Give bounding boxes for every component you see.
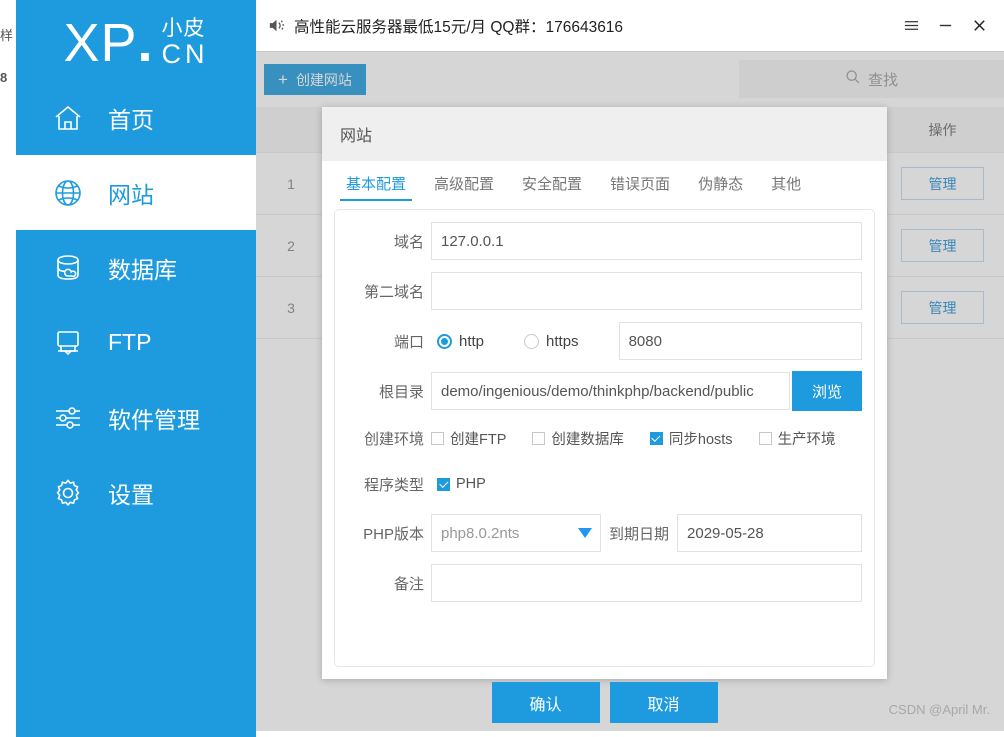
titlebar-announcement: 高性能云服务器最低15元/月 QQ群：176643616 — [294, 15, 623, 37]
sidebar-item-website[interactable]: 网站 — [16, 155, 256, 230]
field-row-php-version: PHP版本 php8.0.2nts 到期日期 — [335, 512, 874, 554]
field-row-port: 端口 http https — [335, 320, 874, 362]
second-domain-label: 第二域名 — [345, 281, 431, 302]
root-dir-input[interactable] — [431, 372, 790, 410]
hamburger-icon[interactable] — [894, 9, 928, 43]
watermark: CSDN @April Mr. — [889, 702, 990, 717]
tab-basic-config[interactable]: 基本配置 — [336, 161, 416, 205]
field-row-domain: 域名 — [335, 220, 874, 262]
program-type-label: 程序类型 — [345, 474, 431, 495]
radio-https-label: https — [546, 333, 579, 350]
tab-security-config[interactable]: 安全配置 — [512, 161, 592, 205]
sidebar-item-software[interactable]: 软件管理 — [16, 380, 256, 455]
sidebar-item-database[interactable]: 数据库 — [16, 230, 256, 305]
checkbox-create-ftp-label: 创建FTP — [450, 428, 506, 449]
tab-rewrite[interactable]: 伪静态 — [688, 161, 753, 205]
php-version-label: PHP版本 — [345, 523, 431, 544]
create-env-label: 创建环境 — [345, 428, 431, 449]
radio-https[interactable]: https — [524, 333, 579, 350]
field-row-second-domain: 第二域名 — [335, 270, 874, 312]
dialog-actions: 确认 取消 — [322, 682, 887, 723]
root-dir-label: 根目录 — [345, 381, 431, 402]
second-domain-input[interactable] — [431, 272, 862, 310]
sidebar-item-label: 网站 — [108, 176, 154, 210]
gear-icon — [50, 475, 86, 511]
cancel-button[interactable]: 取消 — [610, 682, 718, 723]
checkbox-sync-hosts[interactable]: 同步hosts — [650, 428, 733, 449]
checkbox-sync-hosts-box — [650, 432, 663, 445]
tab-advanced-config[interactable]: 高级配置 — [424, 161, 504, 205]
confirm-button[interactable]: 确认 — [492, 682, 600, 723]
chevron-down-icon — [578, 528, 592, 538]
database-icon — [50, 250, 86, 286]
checkbox-production-env-box — [759, 432, 772, 445]
dialog-tabs: 基本配置 高级配置 安全配置 错误页面 伪静态 其他 — [322, 161, 887, 205]
checkbox-php-label: PHP — [456, 476, 486, 492]
field-row-create-env: 创建环境 创建FTP 创建数据库 同步hosts 生产环境 — [335, 420, 874, 456]
browse-button[interactable]: 浏览 — [792, 371, 862, 411]
home-icon — [50, 100, 86, 136]
checkbox-php-box — [437, 478, 450, 491]
minimize-icon[interactable] — [928, 9, 962, 43]
sidebar-item-label: 数据库 — [108, 251, 177, 285]
ftp-icon — [50, 325, 86, 361]
port-input[interactable] — [619, 322, 862, 360]
checkbox-production-env[interactable]: 生产环境 — [759, 428, 836, 449]
dialog-title: 网站 — [340, 122, 372, 146]
field-row-root-dir: 根目录 浏览 — [335, 370, 874, 412]
remark-label: 备注 — [345, 573, 431, 594]
sidebar-item-home[interactable]: 首页 — [16, 80, 256, 155]
checkbox-production-env-label: 生产环境 — [778, 428, 836, 449]
sidebar-item-label: 软件管理 — [108, 401, 200, 435]
expire-date-input[interactable] — [677, 514, 862, 552]
php-version-select[interactable]: php8.0.2nts — [431, 514, 601, 552]
app-logo: XP. 小皮 CN — [16, 0, 256, 80]
radio-http-indicator — [437, 334, 452, 349]
checkbox-create-database-label: 创建数据库 — [551, 428, 624, 449]
edge-clipped-text-2: 8 — [0, 70, 14, 85]
checkbox-sync-hosts-label: 同步hosts — [669, 428, 733, 449]
window-controls — [894, 0, 996, 51]
speaker-icon — [267, 16, 286, 35]
basic-config-form: 域名 第二域名 端口 http https — [334, 209, 875, 667]
dialog-title-bar: 网站 — [322, 107, 887, 161]
domain-input[interactable] — [431, 222, 862, 260]
tab-error-pages[interactable]: 错误页面 — [600, 161, 680, 205]
logo-cn-text: CN — [162, 40, 209, 68]
globe-icon — [50, 175, 86, 211]
domain-label: 域名 — [345, 231, 431, 252]
radio-http[interactable]: http — [437, 333, 484, 350]
sidebar-item-label: 首页 — [108, 101, 154, 135]
edge-clipped-text-1: 样 — [0, 28, 14, 43]
close-icon[interactable] — [962, 9, 996, 43]
logo-xp-text: XP. — [63, 16, 153, 70]
radio-http-label: http — [459, 333, 484, 350]
sidebar-item-label: 设置 — [108, 476, 154, 510]
tab-other[interactable]: 其他 — [761, 161, 811, 205]
logo-xiaopi-text: 小皮 — [162, 18, 209, 40]
checkbox-create-database-box — [532, 432, 545, 445]
checkbox-create-ftp-box — [431, 432, 444, 445]
field-row-remark: 备注 — [335, 562, 874, 604]
checkbox-create-database[interactable]: 创建数据库 — [532, 428, 624, 449]
website-config-dialog: 网站 基本配置 高级配置 安全配置 错误页面 伪静态 其他 域名 第二域名 端口 — [322, 107, 887, 679]
sidebar-item-ftp[interactable]: FTP — [16, 305, 256, 380]
expire-date-label: 到期日期 — [609, 523, 669, 544]
sidebar: XP. 小皮 CN 首页 — [16, 0, 256, 737]
port-label: 端口 — [345, 331, 431, 352]
php-version-value: php8.0.2nts — [441, 525, 519, 542]
radio-https-indicator — [524, 334, 539, 349]
sidebar-item-label: FTP — [108, 329, 151, 356]
sidebar-item-settings[interactable]: 设置 — [16, 455, 256, 530]
checkbox-php[interactable]: PHP — [437, 476, 486, 492]
field-row-program-type: 程序类型 PHP — [335, 466, 874, 502]
window-titlebar: 高性能云服务器最低15元/月 QQ群：176643616 — [256, 0, 1004, 52]
bottom-strip — [256, 731, 1004, 737]
remark-input[interactable] — [431, 564, 862, 602]
sliders-icon — [50, 400, 86, 436]
app-window: 样 8 XP. 小皮 CN 首页 — [0, 0, 1004, 737]
checkbox-create-ftp[interactable]: 创建FTP — [431, 428, 506, 449]
